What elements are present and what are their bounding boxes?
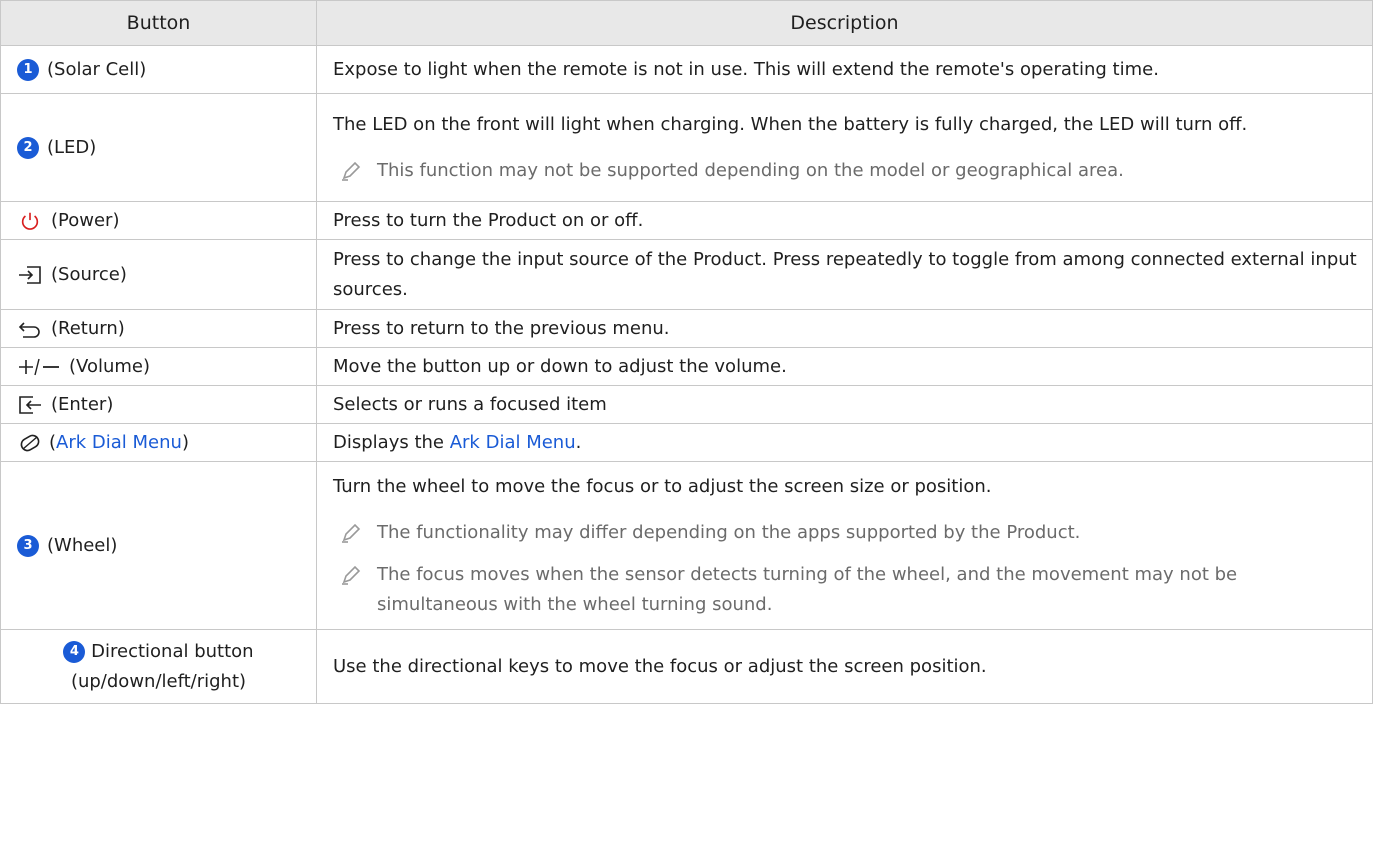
description-cell: Press to change the input source of the …	[316, 239, 1373, 310]
button-label: (Solar Cell)	[47, 58, 147, 80]
note: The focus moves when the sensor detects …	[333, 560, 1360, 620]
ark-dial-menu-desc-link[interactable]: Ark Dial Menu	[450, 432, 576, 453]
description-cell: Turn the wheel to move the focus or to a…	[316, 461, 1373, 630]
source-icon	[19, 265, 41, 284]
table-header-row: Button Description	[0, 0, 1373, 46]
description-cell: Move the button up or down to adjust the…	[316, 347, 1373, 386]
table-row: 1 (Solar Cell) Expose to light when the …	[0, 45, 1373, 94]
note-text: This function may not be supported depen…	[377, 159, 1124, 181]
column-header-description: Description	[316, 0, 1373, 46]
label-open: (	[49, 431, 57, 453]
description-cell: Press to turn the Product on or off.	[316, 201, 1373, 240]
description-suffix: .	[575, 431, 582, 453]
button-label: (Enter)	[51, 393, 114, 415]
table-row: (Return) Press to return to the previous…	[0, 309, 1373, 348]
table-row: 2 (LED) The LED on the front will light …	[0, 93, 1373, 202]
description-cell: Selects or runs a focused item	[316, 385, 1373, 424]
label-close: )	[181, 431, 189, 453]
number-badge-1: 1	[17, 58, 39, 81]
table-row: (Enter) Selects or runs a focused item	[0, 385, 1373, 424]
pencil-note-icon	[342, 161, 361, 181]
number-badge-4: 4	[63, 640, 86, 663]
volume-icon	[19, 358, 59, 375]
description-cell: The LED on the front will light when cha…	[316, 93, 1373, 202]
note: This function may not be supported depen…	[333, 156, 1360, 186]
pencil-note-icon	[342, 565, 361, 585]
number-badge-2: 2	[17, 136, 39, 159]
description-cell: Expose to light when the remote is not i…	[316, 45, 1373, 94]
button-description-table: Button Description 1 (Solar Cell) Expose…	[0, 0, 1373, 704]
number-badge-3: 3	[17, 534, 39, 557]
column-header-button: Button	[0, 0, 317, 46]
table-row: (Volume) Move the button up or down to a…	[0, 347, 1373, 386]
ark-dial-icon	[20, 434, 40, 451]
button-label: (Power)	[51, 209, 120, 231]
table-row: (Power) Press to turn the Product on or …	[0, 201, 1373, 240]
ark-dial-menu-link[interactable]: Ark Dial Menu	[56, 432, 182, 453]
note-text: The functionality may differ depending o…	[377, 521, 1081, 543]
pencil-note-icon	[342, 523, 361, 543]
description-cell: Press to return to the previous menu.	[316, 309, 1373, 348]
description-text: Turn the wheel to move the focus or to a…	[333, 475, 992, 497]
table-row: 3 (Wheel) Turn the wheel to move the foc…	[0, 461, 1373, 630]
button-label: (Wheel)	[47, 534, 118, 556]
enter-icon	[19, 395, 41, 414]
button-label: (Volume)	[69, 355, 150, 377]
note-text: The focus moves when the sensor detects …	[377, 563, 1238, 615]
description-text: The LED on the front will light when cha…	[333, 113, 1248, 135]
table-row: (Ark Dial Menu) Displays the Ark Dial Me…	[0, 423, 1373, 462]
table-row: (Source) Press to change the input sourc…	[0, 239, 1373, 310]
table-row: 4 Directional button (up/down/left/right…	[0, 629, 1373, 704]
return-icon	[18, 321, 40, 338]
power-icon	[21, 212, 39, 230]
description-cell: Displays the Ark Dial Menu.	[316, 423, 1373, 462]
button-label: (Source)	[51, 263, 127, 285]
description-prefix: Displays the	[333, 431, 450, 453]
button-label: (Return)	[51, 317, 125, 339]
button-label: (LED)	[47, 136, 97, 158]
description-cell: Use the directional keys to move the foc…	[316, 629, 1373, 704]
button-label: Directional button (up/down/left/right)	[70, 640, 254, 692]
note: The functionality may differ depending o…	[333, 518, 1360, 548]
